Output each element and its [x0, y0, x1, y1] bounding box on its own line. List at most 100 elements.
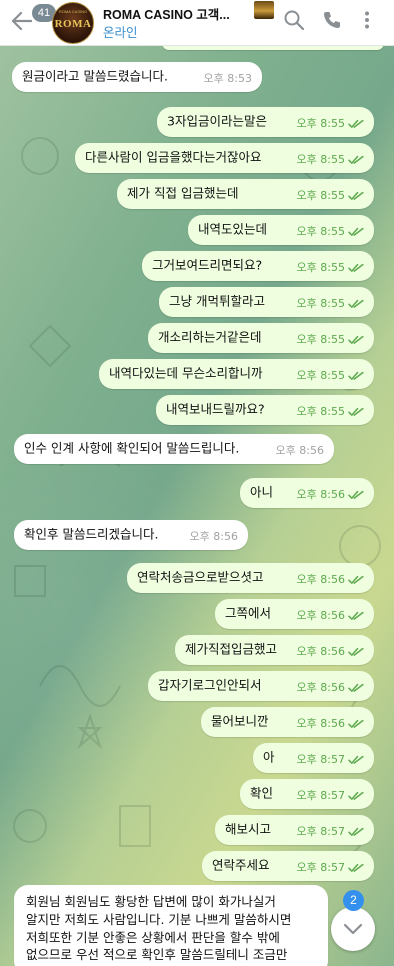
message-meta: 오후 8:55: [297, 117, 364, 132]
message-bubble-outgoing[interactable]: 내역도있는데 오후 8:55: [188, 215, 374, 245]
double-check-icon: [348, 576, 364, 585]
message-text: 제가 직접 입금했는데: [127, 185, 239, 201]
message-text: 그쪽에서: [225, 605, 272, 621]
back-button[interactable]: 41: [6, 4, 56, 36]
chevron-down-icon: [343, 923, 363, 935]
double-check-icon: [348, 828, 364, 837]
message-bubble-outgoing[interactable]: 갑자기로그인안되서 오후 8:56: [148, 671, 374, 701]
phone-icon: [324, 12, 340, 28]
message-bubble-outgoing[interactable]: 제가 직접 입금했는데 오후 8:55: [117, 179, 374, 209]
message-bubble-outgoing[interactable]: 물어보니깐 오후 8:56: [201, 707, 374, 737]
message-bubble-incoming[interactable]: 원금이라고 말씀드렸습니다. 오후 8:53: [12, 62, 262, 92]
message-bubble-outgoing[interactable]: 그냥 개먹튀할라고 오후 8:55: [159, 287, 374, 317]
message-meta: 오후 8:56: [297, 488, 364, 503]
double-check-icon: [348, 228, 364, 237]
avatar[interactable]: ROMA CASINO ROMA: [52, 2, 94, 44]
scroll-to-bottom-button[interactable]: [331, 907, 375, 951]
message-meta: 오후 8:56: [297, 609, 364, 624]
message-time: 오후 8:56: [275, 443, 324, 457]
message-text: 회원님 회원님도 황당한 답변에 많이 화가나실거 알지만 저희도 사람입니다. …: [26, 893, 316, 964]
message-meta: 오후 8:55: [297, 153, 364, 168]
message-meta: 오후 8:56: [297, 717, 364, 732]
message-text: 연락주세요: [212, 857, 270, 873]
message-bubble-outgoing[interactable]: 확인 오후 8:57: [240, 779, 374, 809]
message-time: 오후 8:53: [203, 71, 252, 85]
double-check-icon: [348, 372, 364, 381]
message-text: 내역보내드릴까요?: [166, 401, 265, 417]
message-time: 오후 8:57: [296, 824, 345, 838]
avatar-logo-subtext: ROMA CASINO: [58, 9, 88, 14]
message-time: 오후 8:56: [296, 487, 345, 501]
double-check-icon: [348, 612, 364, 621]
message-bubble-outgoing[interactable]: 개소리하는거같은데 오후 8:55: [148, 323, 374, 353]
message-bubble-outgoing[interactable]: 연락주세요 오후 8:57: [202, 851, 374, 881]
message-bubble-outgoing[interactable]: 내역다있는데 무슨소리합니까 오후 8:55: [99, 359, 374, 389]
double-check-icon: [348, 408, 364, 417]
message-bubble-outgoing[interactable]: 아니 오후 8:56: [240, 478, 374, 508]
message-text: 확인후 말씀드리겠습니다.: [24, 526, 159, 542]
message-text: 아니: [250, 484, 274, 500]
message-bubble-outgoing[interactable]: 제가직접입금했고 오후 8:56: [175, 635, 374, 665]
message-text: 연락처송금으로받으셧고: [137, 569, 264, 585]
message-bubble-incoming-long[interactable]: 회원님 회원님도 황당한 답변에 많이 화가나실거 알지만 저희도 사람입니다. …: [14, 885, 328, 966]
message-meta: 오후 8:55: [297, 225, 364, 240]
message-text: 해보시고: [225, 821, 272, 837]
chat-header: 41 ROMA CASINO ROMA ROMA CASINO 고객... 온라…: [0, 0, 394, 46]
message-bubble-incoming[interactable]: 확인후 말씀드리겠습니다. 오후 8:56: [14, 520, 248, 550]
message-meta: 오후 8:56: [297, 573, 364, 588]
message-bubble-outgoing[interactable]: 그거보여드리면되요? 오후 8:55: [142, 251, 374, 281]
search-button[interactable]: [283, 9, 305, 31]
message-meta: 오후 8:55: [297, 261, 364, 276]
message-bubble-outgoing[interactable]: 그쪽에서 오후 8:56: [215, 599, 374, 629]
message-time: 오후 8:57: [296, 788, 345, 802]
message-time: 오후 8:56: [296, 680, 345, 694]
message-time: 오후 8:56: [189, 529, 238, 543]
new-messages-badge: 2: [343, 890, 364, 911]
message-bubble-incoming[interactable]: 인수 인계 사항에 확인되어 말씀드립니다. 오후 8:56: [14, 434, 334, 464]
message-time: 오후 8:55: [296, 116, 345, 130]
message-time: 오후 8:55: [296, 152, 345, 166]
message-meta: 오후 8:56: [190, 530, 238, 545]
chat-title[interactable]: ROMA CASINO 고객...: [103, 4, 253, 23]
message-text: 갑자기로그인안되서: [158, 677, 262, 693]
message-bubble-outgoing[interactable]: 다른사람이 입금을했다는거잖아요 오후 8:55: [75, 143, 374, 173]
message-bubble-outgoing[interactable]: 3자입금이라는말은 오후 8:55: [157, 107, 374, 137]
message-bubble-partial[interactable]: [162, 46, 384, 50]
message-meta: 오후 8:56: [276, 444, 324, 459]
message-meta: 오후 8:57: [297, 753, 364, 768]
call-button[interactable]: [321, 9, 343, 31]
message-time: 오후 8:55: [296, 296, 345, 310]
message-text: 개소리하는거같은데: [158, 329, 262, 345]
message-bubble-outgoing[interactable]: 내역보내드릴까요? 오후 8:55: [156, 395, 374, 425]
more-menu-button[interactable]: [356, 9, 378, 31]
message-time: 오후 8:56: [296, 572, 345, 586]
message-bubble-outgoing[interactable]: 연락처송금으로받으셧고 오후 8:56: [127, 563, 374, 593]
message-text: 확인: [250, 785, 274, 801]
message-time: 오후 8:57: [296, 860, 345, 874]
message-meta: 오후 8:55: [297, 189, 364, 204]
message-bubble-outgoing[interactable]: 아 오후 8:57: [253, 743, 374, 773]
message-meta: 오후 8:57: [297, 825, 364, 840]
message-text: 그거보여드리면되요?: [152, 257, 263, 273]
message-text: 다른사람이 입금을했다는거잖아요: [85, 149, 262, 165]
double-check-icon: [348, 756, 364, 765]
message-time: 오후 8:56: [296, 608, 345, 622]
avatar-logo-text: ROMA: [54, 18, 92, 30]
message-time: 오후 8:57: [296, 752, 345, 766]
message-bubble-outgoing[interactable]: 해보시고 오후 8:57: [215, 815, 374, 845]
message-time: 오후 8:55: [296, 224, 345, 238]
pinned-thumbnail[interactable]: [254, 1, 274, 19]
message-text-line: 알지만 저희도 사람입니다. 기분 나쁘게 말씀하시면: [26, 911, 292, 927]
message-text: 3자입금이라는말은: [167, 113, 267, 129]
message-text: 내역도있는데: [198, 221, 268, 237]
message-text: 인수 인계 사항에 확인되어 말씀드립니다.: [24, 440, 240, 456]
message-text: 원금이라고 말씀드렸습니다.: [22, 68, 168, 84]
search-icon: [284, 10, 305, 31]
message-time: 오후 8:55: [296, 260, 345, 274]
message-meta: 오후 8:57: [297, 789, 364, 804]
message-meta: 오후 8:53: [204, 72, 252, 87]
chat-status: 온라인: [103, 26, 138, 40]
double-check-icon: [348, 192, 364, 201]
message-time: 오후 8:55: [296, 368, 345, 382]
chat-background: 원금이라고 말씀드렸습니다. 오후 8:53 3자입금이라는말은 오후 8:55 다른사…: [0, 46, 394, 966]
